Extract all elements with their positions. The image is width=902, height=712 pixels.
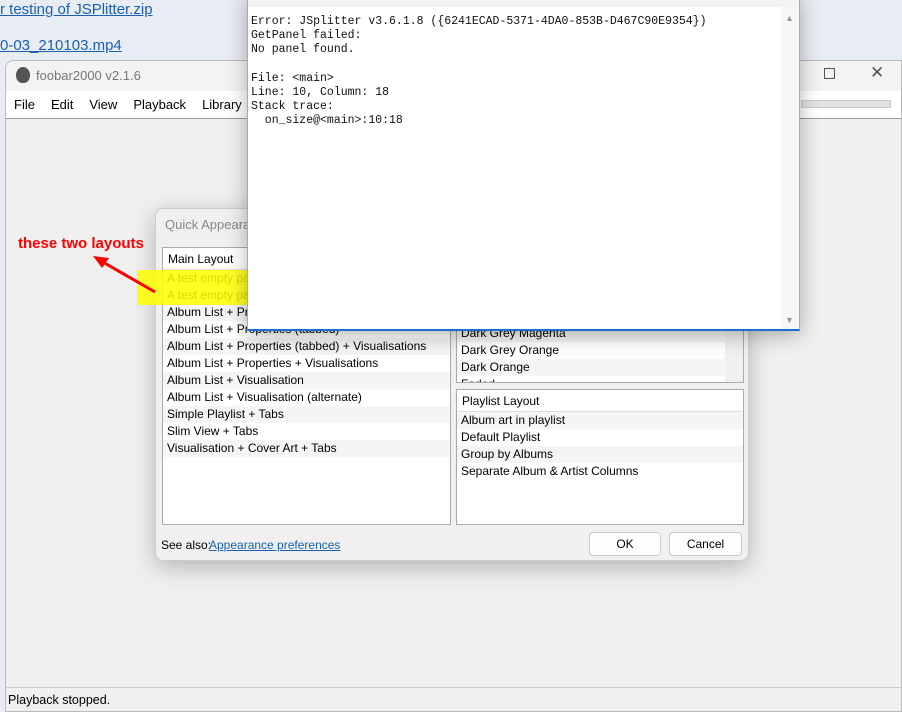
maximize-button[interactable] [824, 68, 835, 79]
colour-scheme-item[interactable]: Dark Orange [457, 359, 725, 376]
playlist-layout-list[interactable]: Playlist Layout Album art in playlist Def… [456, 389, 744, 525]
error-scrollbar[interactable]: ▲ ▼ [781, 7, 799, 329]
scroll-down-icon[interactable]: ▼ [785, 315, 794, 325]
foobar-logo-icon [16, 67, 30, 83]
menu-file[interactable]: File [6, 91, 43, 118]
main-layout-item[interactable]: Album List + Properties + Visualisations [163, 355, 450, 372]
colour-scheme-item[interactable]: Dark Grey Orange [457, 342, 725, 359]
main-layout-item[interactable]: Album List + Visualisation [163, 372, 450, 389]
close-button[interactable]: ✕ [870, 63, 884, 83]
background-link-mp4[interactable]: 0-03_210103.mp4 [0, 37, 122, 54]
scroll-up-icon[interactable]: ▲ [785, 13, 794, 23]
main-layout-item[interactable]: Album List + Visualisation (alternate) [163, 389, 450, 406]
menu-playback[interactable]: Playback [125, 91, 194, 118]
window-title: foobar2000 v2.1.6 [36, 68, 141, 83]
main-layout-item[interactable]: Simple Playlist + Tabs [163, 406, 450, 423]
annotation-arrow-icon [93, 256, 156, 294]
background-link-zip[interactable]: r testing of JSPlitter.zip [0, 1, 153, 18]
main-layout-item[interactable]: Slim View + Tabs [163, 423, 450, 440]
main-layout-item[interactable]: Album List + Properties (tabbed) + Visua… [163, 338, 450, 355]
colour-scheme-item[interactable]: Faded [457, 376, 725, 382]
playlist-layout-item[interactable]: Separate Album & Artist Columns [457, 463, 743, 480]
see-also-label: See also: [161, 538, 212, 552]
error-console-window: Error: JSplitter v3.6.1.8 ({6241ECAD-537… [247, 0, 800, 331]
menu-view[interactable]: View [81, 91, 125, 118]
ok-button[interactable]: OK [589, 532, 661, 556]
error-text: Error: JSplitter v3.6.1.8 ({6241ECAD-537… [251, 15, 707, 128]
error-title-bar [248, 0, 799, 7]
appearance-preferences-link[interactable]: Appearance preferences [209, 538, 340, 552]
menu-library[interactable]: Library [194, 91, 250, 118]
status-bar: Playback stopped. [6, 687, 901, 711]
playlist-layout-header: Playlist Layout [457, 390, 743, 412]
seek-bar[interactable] [801, 100, 891, 108]
playlist-layout-item[interactable]: Album art in playlist [457, 412, 743, 429]
cancel-button[interactable]: Cancel [669, 532, 742, 556]
main-layout-item[interactable]: Visualisation + Cover Art + Tabs [163, 440, 450, 457]
playlist-layout-item[interactable]: Group by Albums [457, 446, 743, 463]
menu-edit[interactable]: Edit [43, 91, 81, 118]
playlist-layout-item[interactable]: Default Playlist [457, 429, 743, 446]
